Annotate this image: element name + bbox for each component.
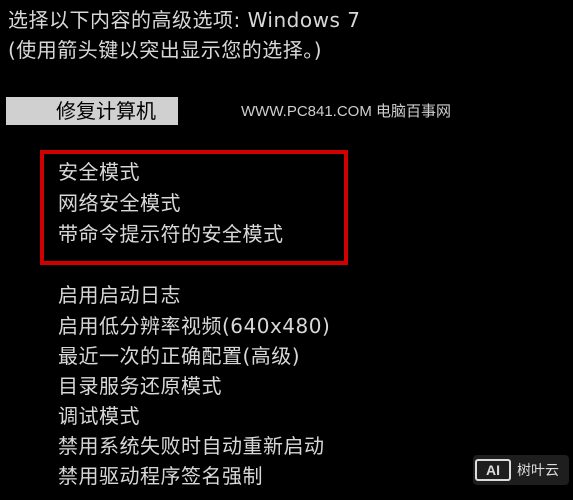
boot-option-enable-boot-logging[interactable]: 启用启动日志: [58, 283, 181, 307]
boot-option-repair-computer[interactable]: 修复计算机: [6, 97, 178, 125]
boot-options-screen: 选择以下内容的高级选项: Windows 7 (使用箭头键以突出显示您的选择。)…: [0, 0, 573, 500]
screen-title: 选择以下内容的高级选项: Windows 7: [8, 8, 361, 32]
watermark-text: WWW.PC841.COM 电脑百事网: [241, 103, 452, 120]
badge-brand-text: 树叶云: [517, 462, 559, 478]
ai-logo-icon: AI: [475, 459, 511, 481]
boot-option-debugging-mode[interactable]: 调试模式: [58, 404, 140, 428]
boot-option-safe-mode[interactable]: 安全模式: [58, 160, 140, 184]
boot-option-label: 修复计算机: [56, 99, 156, 123]
boot-option-safe-mode-networking[interactable]: 网络安全模式: [58, 191, 181, 215]
boot-option-disable-auto-restart[interactable]: 禁用系统失败时自动重新启动: [58, 434, 325, 458]
boot-option-disable-driver-signature[interactable]: 禁用驱动程序签名强制: [58, 464, 263, 488]
boot-option-last-known-good[interactable]: 最近一次的正确配置(高级): [58, 344, 300, 368]
boot-option-safe-mode-command-prompt[interactable]: 带命令提示符的安全模式: [58, 222, 284, 246]
screen-instructions: (使用箭头键以突出显示您的选择。): [8, 38, 323, 62]
site-badge: AI 树叶云: [473, 455, 569, 485]
boot-option-directory-services-restore[interactable]: 目录服务还原模式: [58, 374, 222, 398]
boot-option-low-resolution-video[interactable]: 启用低分辨率视频(640x480): [58, 314, 330, 338]
